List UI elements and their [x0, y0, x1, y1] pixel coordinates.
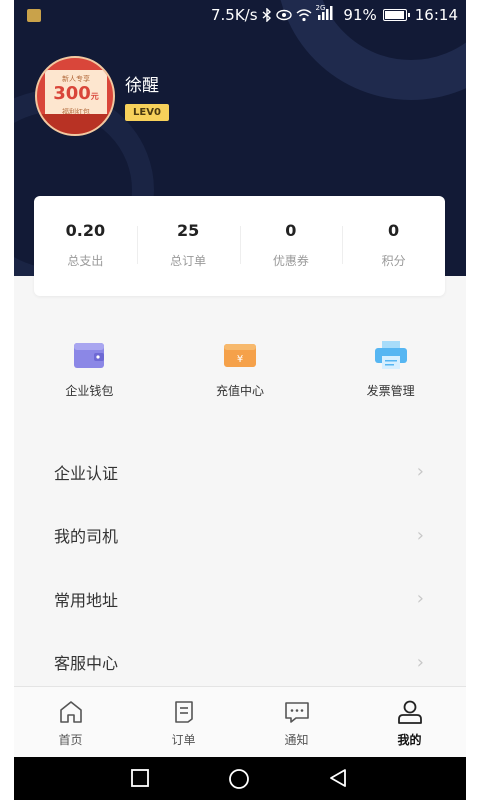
stat-label: 总支出	[67, 254, 104, 268]
menu-list: 企业认证 › 我的司机 › 常用地址 › 客服中心 ›	[14, 440, 466, 694]
screen: 7.5K/s 2G 91% 16:14 新人专享 300元 福利红包 徐醒 LE…	[0, 0, 480, 800]
stat-label: 总订单	[170, 254, 207, 268]
level-badge: LEV0	[125, 104, 169, 121]
quick-actions: 企业钱包 ¥ 充值中心 发票管理	[14, 320, 466, 420]
quick-action-wallet[interactable]: 企业钱包	[14, 320, 165, 420]
wallet-icon	[74, 343, 105, 368]
recharge-card-icon: ¥	[224, 344, 256, 367]
chevron-right-icon: ›	[416, 524, 424, 546]
order-icon	[174, 701, 193, 723]
invoice-printer-icon	[374, 341, 407, 369]
menu-item-frequent-addresses[interactable]: 常用地址 ›	[14, 567, 466, 631]
tab-mine[interactable]: 我的	[353, 687, 466, 757]
tab-label: 我的	[397, 733, 422, 747]
home-icon	[59, 701, 82, 723]
quick-action-invoice[interactable]: 发票管理	[315, 320, 466, 420]
stat-label: 优惠券	[272, 254, 309, 268]
svg-text:¥: ¥	[237, 354, 243, 365]
app-notification-icon	[27, 9, 41, 22]
recent-apps-icon[interactable]	[130, 768, 150, 788]
stat-total-spend[interactable]: 0.20 总支出	[34, 218, 137, 274]
user-name: 徐醒	[125, 76, 159, 96]
quick-action-recharge[interactable]: ¥ 充值中心	[165, 320, 316, 420]
tab-label: 订单	[171, 733, 196, 747]
system-nav-bar	[14, 757, 466, 800]
avatar-band	[37, 114, 113, 134]
quick-action-label: 企业钱包	[65, 384, 114, 398]
menu-item-label: 我的司机	[54, 527, 119, 547]
stat-value: 0.20	[65, 221, 106, 240]
clock: 16:14	[414, 6, 458, 24]
quick-action-label: 发票管理	[366, 384, 415, 398]
chevron-right-icon: ›	[416, 588, 424, 610]
tab-notifications[interactable]: 通知	[240, 687, 353, 757]
menu-item-label: 客服中心	[54, 654, 119, 674]
battery-percent: 91%	[343, 6, 377, 24]
network-type: 2G	[315, 4, 326, 12]
home-nav-icon[interactable]	[228, 768, 250, 790]
stat-points[interactable]: 0 积分	[342, 218, 445, 274]
avatar[interactable]: 新人专享 300元 福利红包	[35, 56, 115, 136]
stats-card: 0.20 总支出 25 总订单 0 优惠券 0 积分	[34, 196, 445, 296]
stat-coupons[interactable]: 0 优惠券	[239, 218, 343, 274]
stat-label: 积分	[381, 254, 406, 268]
battery-icon	[382, 9, 410, 21]
chevron-right-icon: ›	[416, 651, 424, 673]
tab-label: 首页	[58, 733, 83, 747]
status-right: 7.5K/s 2G 91% 16:14	[210, 4, 458, 24]
tab-home[interactable]: 首页	[14, 687, 127, 757]
network-speed: 7.5K/s	[210, 6, 258, 24]
menu-item-customer-service[interactable]: 客服中心 ›	[14, 631, 466, 695]
quick-action-label: 充值中心	[216, 384, 265, 398]
wifi-icon	[296, 8, 311, 21]
menu-item-label: 常用地址	[54, 590, 119, 610]
bottom-tab-bar: 首页 订单 通知 我的	[14, 686, 466, 757]
stat-value: 25	[176, 221, 200, 240]
tab-label: 通知	[284, 733, 309, 747]
tab-orders[interactable]: 订单	[127, 687, 240, 757]
menu-item-label: 企业认证	[54, 463, 119, 483]
chevron-right-icon: ›	[416, 461, 424, 483]
stat-value: 0	[388, 221, 400, 240]
stat-value: 0	[285, 221, 297, 240]
avatar-coupon-amount: 300元	[53, 83, 99, 104]
status-bar: 7.5K/s 2G 91% 16:14	[14, 0, 466, 32]
bluetooth-icon	[262, 8, 271, 22]
menu-item-my-drivers[interactable]: 我的司机 ›	[14, 504, 466, 568]
stat-total-orders[interactable]: 25 总订单	[136, 218, 240, 274]
eye-icon	[275, 9, 292, 21]
user-icon	[397, 700, 422, 724]
app-window: 7.5K/s 2G 91% 16:14 新人专享 300元 福利红包 徐醒 LE…	[14, 0, 466, 800]
back-nav-icon[interactable]	[328, 768, 348, 788]
message-icon	[284, 702, 309, 723]
menu-item-enterprise-verification[interactable]: 企业认证 ›	[14, 440, 466, 504]
